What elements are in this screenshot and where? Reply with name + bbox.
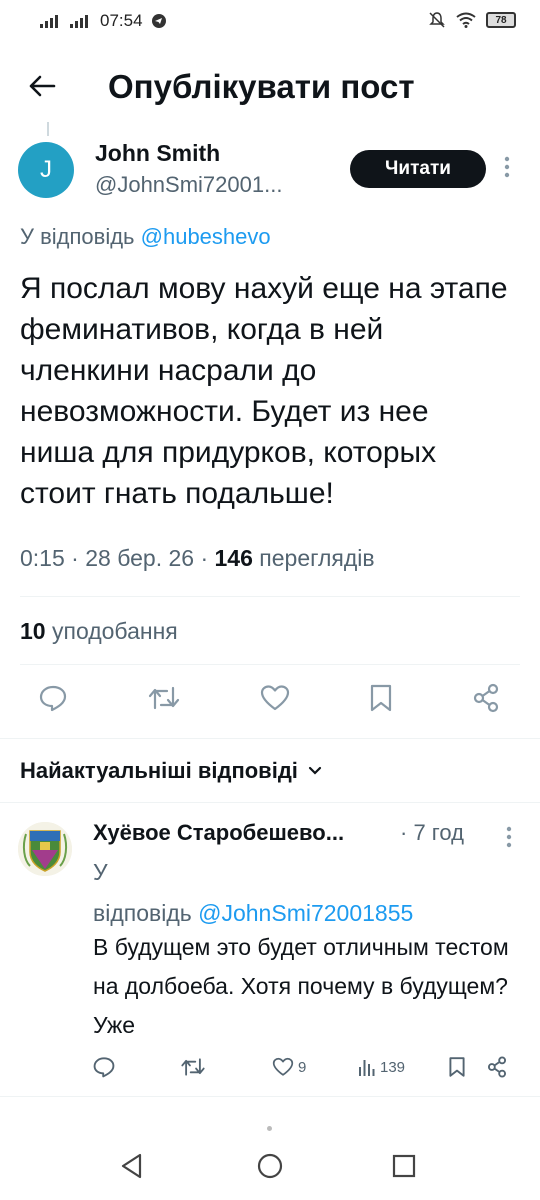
reply-like-button[interactable]: 9: [272, 1050, 306, 1084]
circle-home-icon: [257, 1153, 283, 1179]
system-nav-bar: [0, 1138, 540, 1200]
reply-to-link[interactable]: @JohnSmi72001855: [198, 900, 413, 926]
telegram-icon: [151, 14, 166, 28]
comment-icon: [93, 1057, 115, 1078]
post-action-bar: [20, 676, 520, 720]
divider: [0, 1096, 540, 1097]
nav-recents-button[interactable]: [392, 1154, 416, 1178]
share-icon: [487, 1056, 507, 1078]
reply-share-button[interactable]: [486, 1050, 508, 1084]
like-button[interactable]: [260, 684, 290, 712]
status-bar: 07:54 78: [0, 0, 540, 44]
author-avatar[interactable]: J: [18, 142, 74, 198]
post-more-icon[interactable]: [504, 156, 510, 178]
repost-button[interactable]: [147, 684, 181, 712]
reply-prefix-line-1: У: [93, 859, 108, 885]
reply-prefix: У відповідь: [20, 224, 141, 249]
wifi-icon: [456, 12, 476, 28]
meta-separator: ·: [200, 545, 215, 571]
reply-time: · 7 год: [400, 820, 464, 845]
repost-icon: [148, 686, 180, 710]
reply-views-button[interactable]: 139: [358, 1050, 405, 1084]
reply-view-count: 139: [380, 1058, 406, 1076]
bookmark-icon: [370, 684, 392, 712]
heart-icon: [272, 1057, 294, 1076]
meta-separator: ·: [71, 545, 86, 571]
reply-button[interactable]: [38, 684, 68, 712]
views-label: переглядів: [259, 545, 375, 571]
reply-reply-button[interactable]: [92, 1050, 116, 1084]
author-name[interactable]: John Smith: [95, 140, 220, 167]
arrow-left-icon: [29, 75, 56, 97]
reply-action-bar: 9 139: [90, 1050, 520, 1084]
post-date: 28 бер. 26: [85, 545, 195, 571]
status-time: 07:54: [100, 11, 143, 30]
reply-to-link[interactable]: @hubeshevo: [141, 224, 271, 249]
chevron-down-icon: [308, 766, 322, 775]
battery-indicator: 78: [486, 12, 516, 28]
more-vertical-icon: [506, 826, 512, 848]
reply-context: У відповідь @hubeshevo: [20, 224, 271, 250]
signal-icon: [40, 15, 58, 28]
follow-button[interactable]: Читати: [350, 150, 486, 188]
reply-repost-button[interactable]: [180, 1050, 206, 1084]
signal-2-icon: [70, 15, 88, 28]
heart-icon: [260, 685, 290, 711]
replies-section-title: Найактуальніші відповіді: [20, 758, 298, 783]
share-icon: [473, 683, 499, 713]
replies-sort-dropdown[interactable]: Найактуальніші відповіді: [20, 758, 322, 784]
bookmark-button[interactable]: [369, 683, 393, 713]
coat-of-arms-icon: [18, 822, 72, 876]
reply-like-count: 9: [298, 1058, 307, 1076]
page-title: Опублікувати пост: [108, 68, 415, 105]
likes-count: 10: [20, 618, 46, 644]
views-count: 146: [214, 545, 253, 571]
reply-bookmark-button[interactable]: [448, 1050, 466, 1084]
reply-author-avatar[interactable]: [18, 822, 72, 876]
status-right: 78: [428, 11, 516, 29]
scroll-indicator: [267, 1126, 272, 1131]
post-text: Я послал мову нахуй еще на этапе феминат…: [20, 272, 508, 510]
divider: [20, 664, 520, 665]
mute-icon: [429, 12, 445, 28]
more-vertical-icon: [504, 156, 510, 178]
nav-home-button[interactable]: [256, 1152, 284, 1180]
post-meta: 0:15 · 28 бер. 26 · 146 переглядів: [20, 545, 375, 572]
top-app-bar: Опублікувати пост: [0, 50, 540, 126]
thread-connector: [47, 122, 49, 136]
triangle-back-icon: [121, 1153, 142, 1179]
post-time: 0:15: [20, 545, 65, 571]
back-button[interactable]: [22, 66, 62, 106]
reply-context: У відповідь @JohnSmi72001855: [93, 852, 513, 934]
reply-prefix-line-2: відповідь: [93, 900, 199, 926]
nav-back-button[interactable]: [118, 1152, 146, 1180]
reply-text: В будущем это будет отличным тестом на д…: [93, 934, 509, 1038]
comment-icon: [39, 685, 67, 712]
divider: [0, 802, 540, 803]
status-left: 07:54: [40, 11, 167, 31]
divider: [0, 738, 540, 739]
likes-summary[interactable]: 10 уподобання: [20, 618, 178, 645]
author-handle[interactable]: @JohnSmi72001...: [95, 172, 282, 198]
repost-icon: [181, 1058, 205, 1076]
bookmark-icon: [449, 1057, 465, 1077]
reply-author-name[interactable]: Хуёвое Старобешево...: [93, 820, 344, 846]
bar-chart-icon: [359, 1060, 375, 1076]
divider: [20, 596, 520, 597]
square-recents-icon: [392, 1154, 416, 1178]
reply-more-icon[interactable]: [506, 826, 512, 848]
share-button[interactable]: [472, 683, 500, 713]
likes-label: уподобання: [51, 618, 178, 644]
